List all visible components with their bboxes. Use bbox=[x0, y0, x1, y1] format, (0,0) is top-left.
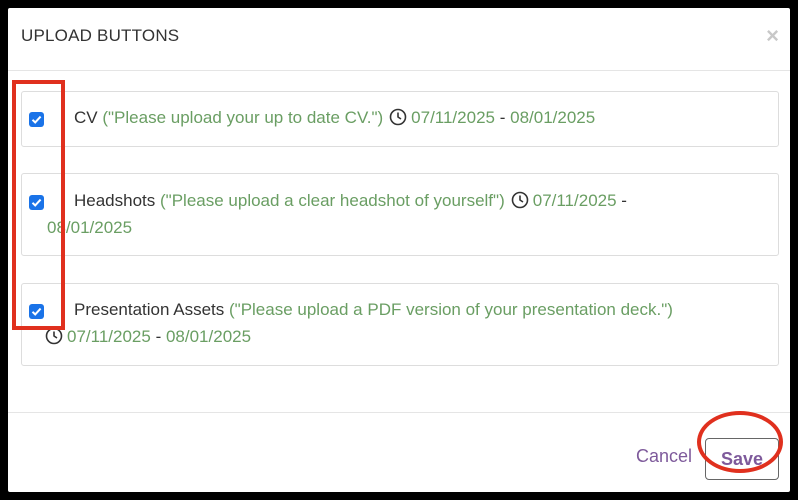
upload-buttons-modal: UPLOAD BUTTONS × CV ("Please upload your… bbox=[8, 8, 790, 492]
close-icon[interactable]: × bbox=[766, 25, 779, 47]
clock-icon bbox=[389, 108, 407, 126]
cancel-button[interactable]: Cancel bbox=[636, 446, 692, 467]
start-date: 07/11/2025 bbox=[67, 327, 151, 346]
start-date: 07/11/2025 bbox=[532, 191, 617, 210]
modal-header: UPLOAD BUTTONS × bbox=[8, 8, 790, 71]
checkbox-presentation-assets[interactable] bbox=[29, 304, 44, 319]
checkmark-icon bbox=[31, 307, 42, 316]
upload-item-line: CV ("Please upload your up to date CV.")… bbox=[74, 105, 595, 131]
clock-icon bbox=[511, 191, 529, 209]
upload-item-name: Headshots bbox=[74, 191, 156, 210]
modal-footer: Cancel Save bbox=[8, 412, 790, 492]
date-separator: - bbox=[499, 108, 506, 127]
save-button[interactable]: Save bbox=[705, 438, 779, 480]
upload-item-description: ("Please upload a clear headshot of your… bbox=[160, 191, 505, 210]
date-separator: - bbox=[621, 191, 627, 210]
upload-item-description: ("Please upload a PDF version of your pr… bbox=[229, 300, 673, 319]
end-date: 08/01/2025 bbox=[510, 108, 596, 127]
checkbox-headshots[interactable] bbox=[29, 195, 44, 210]
upload-item-description: ("Please upload your up to date CV.") bbox=[102, 108, 384, 127]
date-separator: - bbox=[155, 327, 162, 346]
end-date: 08/01/2025 bbox=[165, 327, 252, 346]
end-date: 08/01/2025 bbox=[47, 218, 133, 237]
modal-title: UPLOAD BUTTONS bbox=[21, 26, 180, 45]
upload-item-headshots bbox=[21, 173, 779, 256]
checkmark-icon bbox=[31, 198, 42, 207]
checkbox-cv[interactable] bbox=[29, 112, 44, 127]
upload-item-line-wrap: 08/01/2025 bbox=[47, 215, 132, 241]
upload-item-name: CV bbox=[74, 108, 98, 127]
upload-item-name: Presentation Assets bbox=[74, 300, 225, 319]
upload-item-line: Presentation Assets ("Please upload a PD… bbox=[74, 297, 673, 323]
upload-item-line: Headshots ("Please upload a clear headsh… bbox=[74, 188, 627, 214]
upload-item-line-wrap: 07/11/2025 - 08/01/2025 bbox=[45, 324, 251, 350]
checkmark-icon bbox=[31, 115, 42, 124]
clock-icon bbox=[45, 327, 63, 345]
start-date: 07/11/2025 bbox=[411, 108, 495, 127]
